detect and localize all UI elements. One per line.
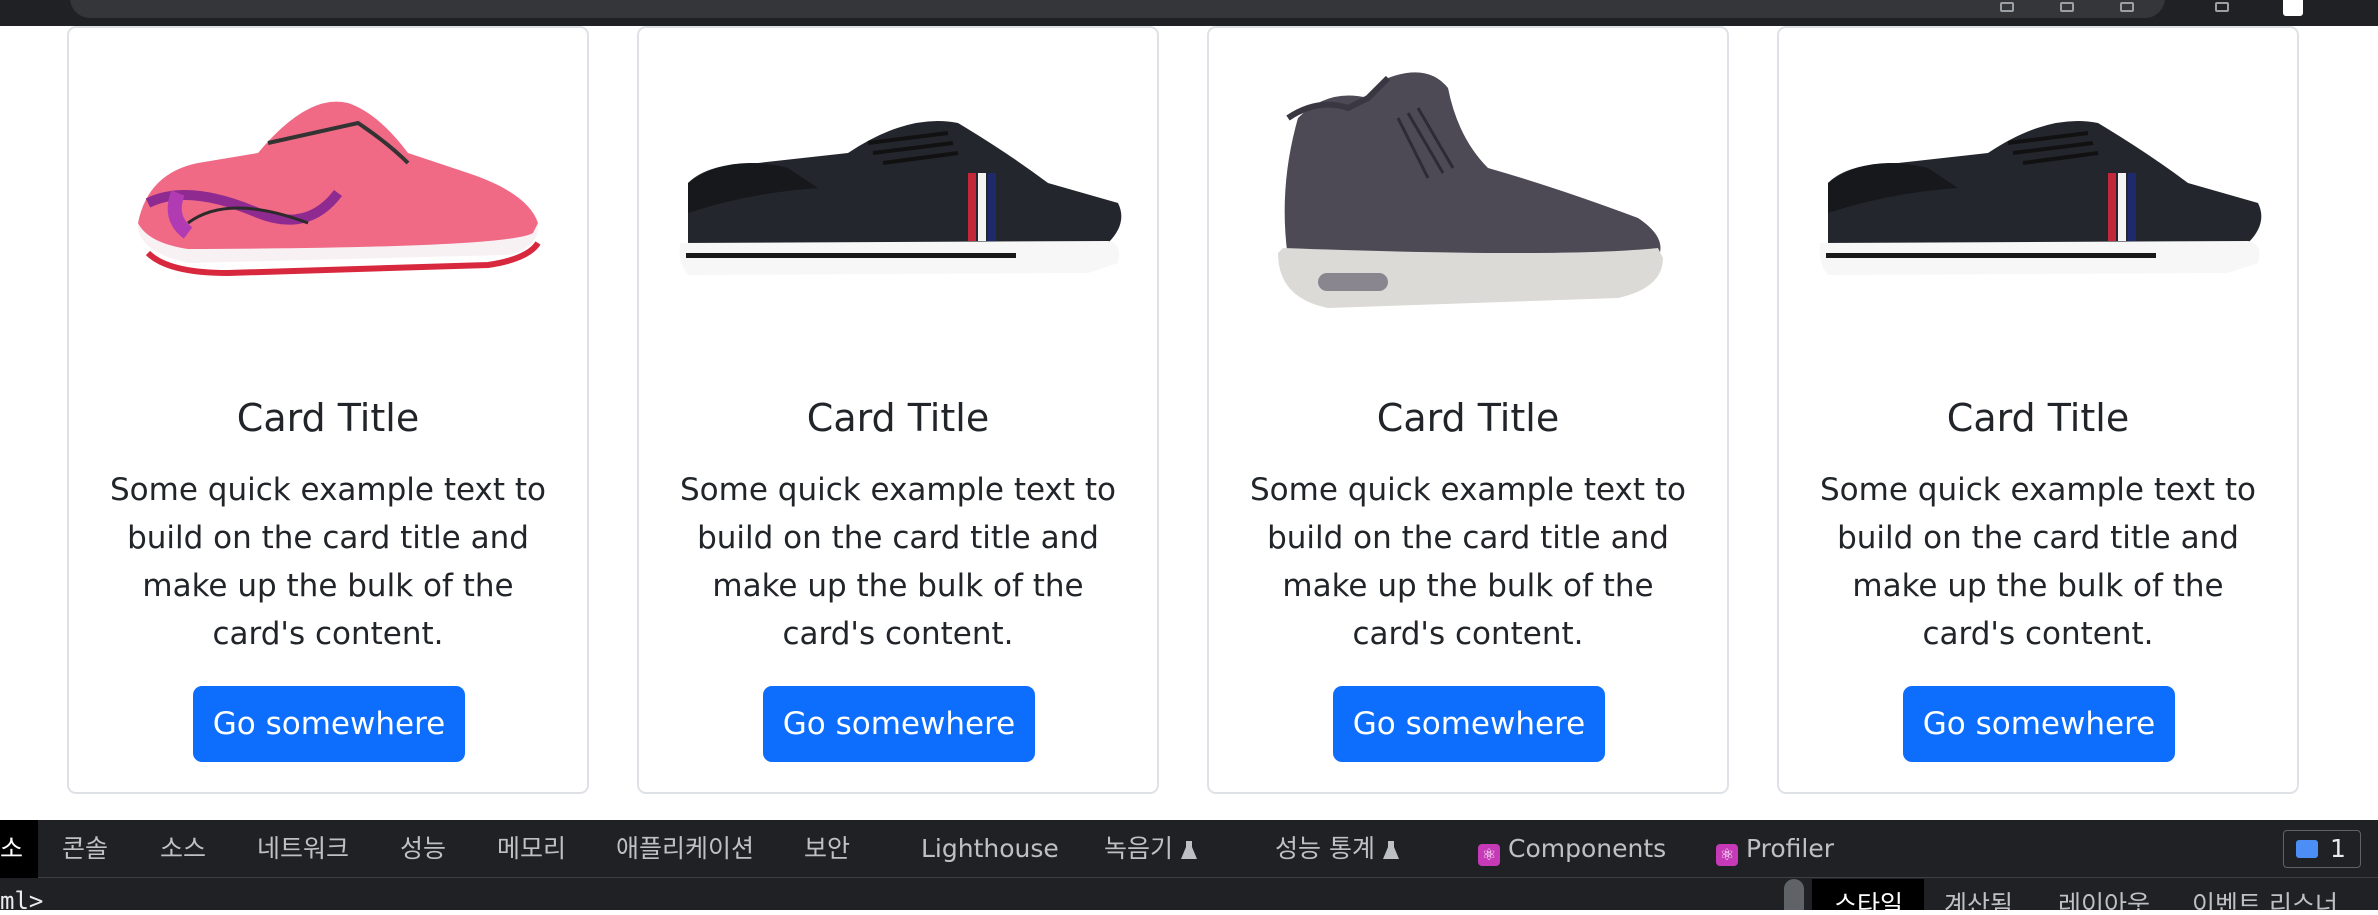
react-icon: ⚛ (1478, 844, 1500, 866)
devtools-lower: ml> 스타일 계산됨 레이아웃 이벤트 리스너 (0, 879, 2378, 915)
gray-high-top-sneaker-image (1278, 72, 1663, 308)
go-somewhere-button[interactable]: Go somewhere (1903, 686, 2175, 762)
tab-memory[interactable]: 메모리 (497, 820, 566, 878)
card-title: Card Title (1376, 396, 1560, 440)
tab-console[interactable]: 콘솔 (62, 820, 108, 878)
tab-network[interactable]: 네트워크 (257, 820, 349, 878)
go-somewhere-button[interactable]: Go somewhere (763, 686, 1035, 762)
go-somewhere-button[interactable]: Go somewhere (193, 686, 465, 762)
tab-sources[interactable]: 소스 (160, 820, 206, 878)
card-title: Card Title (1946, 396, 2130, 440)
extension-icon[interactable] (2215, 2, 2229, 12)
devtools-tab-bar: 소 콘솔 소스 네트워크 성능 메모리 애플리케이션 보안 Lighthouse… (0, 820, 2378, 878)
card-text: Some quick example text to build on the … (110, 472, 546, 652)
go-somewhere-button[interactable]: Go somewhere (1333, 686, 1605, 762)
flask-icon (1181, 841, 1198, 859)
card-image (1779, 28, 2297, 358)
card-title: Card Title (236, 396, 420, 440)
card-text: Some quick example text to build on the … (680, 472, 1116, 652)
black-low-top-sneaker-image (679, 121, 1122, 275)
address-bar[interactable] (70, 0, 2165, 18)
card-image (1209, 28, 1727, 358)
pink-running-shoe-image (137, 101, 541, 277)
tab-styles[interactable]: 스타일 (1812, 879, 1924, 910)
devtools-panel: 소 콘솔 소스 네트워크 성능 메모리 애플리케이션 보안 Lighthouse… (0, 820, 2378, 915)
profile-icon[interactable] (2283, 0, 2303, 16)
react-icon: ⚛ (1716, 844, 1738, 866)
issues-button[interactable]: 1 (2283, 830, 2361, 868)
tab-computed[interactable]: 계산됨 (1944, 879, 2013, 910)
tab-layout[interactable]: 레이아웃 (2058, 879, 2150, 910)
message-icon (2296, 840, 2318, 858)
black-low-top-sneaker-image (1819, 121, 2262, 275)
tab-recorder[interactable]: 녹음기 (1104, 820, 1198, 878)
card-text: Some quick example text to build on the … (1820, 472, 2256, 652)
tab-security[interactable]: 보안 (804, 820, 850, 878)
product-card: Card Title Some quick example text to bu… (1207, 26, 1729, 794)
tab-performance-insights[interactable]: 성능 통계 (1275, 820, 1399, 878)
product-card: Card Title Some quick example text to bu… (1777, 26, 2299, 794)
tab-event-listeners[interactable]: 이벤트 리스너 (2192, 879, 2378, 910)
tab-performance[interactable]: 성능 (400, 820, 446, 878)
browser-toolbar (0, 0, 2378, 26)
tab-lighthouse[interactable]: Lighthouse (921, 820, 1059, 878)
dom-tree-line[interactable]: ml> (0, 887, 43, 915)
tab-components[interactable]: ⚛ Components (1478, 820, 1666, 878)
card-image (639, 28, 1157, 358)
card-grid: Card Title Some quick example text to bu… (0, 26, 2378, 820)
close-icon[interactable] (2120, 2, 2134, 12)
flask-icon (1382, 841, 1399, 859)
card-text: Some quick example text to build on the … (1250, 472, 1686, 652)
issues-count: 1 (2330, 834, 2346, 863)
scrollbar[interactable] (1784, 879, 1804, 910)
tab-profiler[interactable]: ⚛ Profiler (1716, 820, 1834, 878)
card-title: Card Title (806, 396, 990, 440)
extension-icon[interactable] (2000, 2, 2014, 12)
tab-application[interactable]: 애플리케이션 (616, 820, 754, 878)
product-card: Card Title Some quick example text to bu… (637, 26, 1159, 794)
extension-icon[interactable] (2060, 2, 2074, 12)
sidebar-tab-bar: 스타일 계산됨 레이아웃 이벤트 리스너 (1812, 879, 2378, 910)
card-image (69, 28, 587, 358)
tab-elements[interactable]: 소 (0, 820, 38, 878)
product-card: Card Title Some quick example text to bu… (67, 26, 589, 794)
